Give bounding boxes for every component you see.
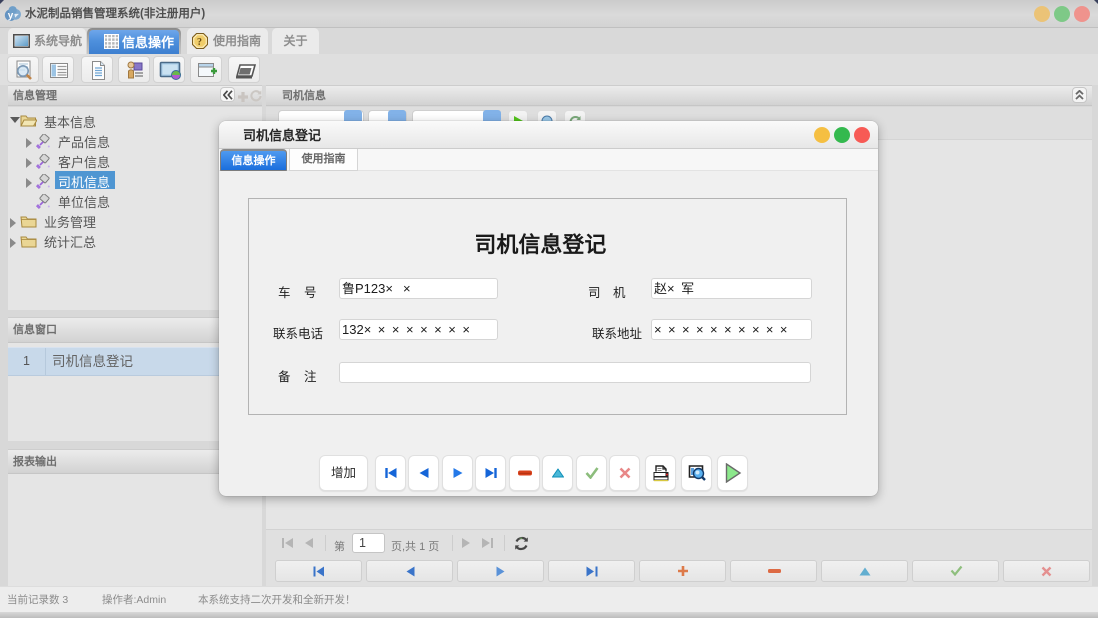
svg-text:y: y: [8, 10, 14, 21]
svg-text:?: ?: [197, 37, 202, 48]
